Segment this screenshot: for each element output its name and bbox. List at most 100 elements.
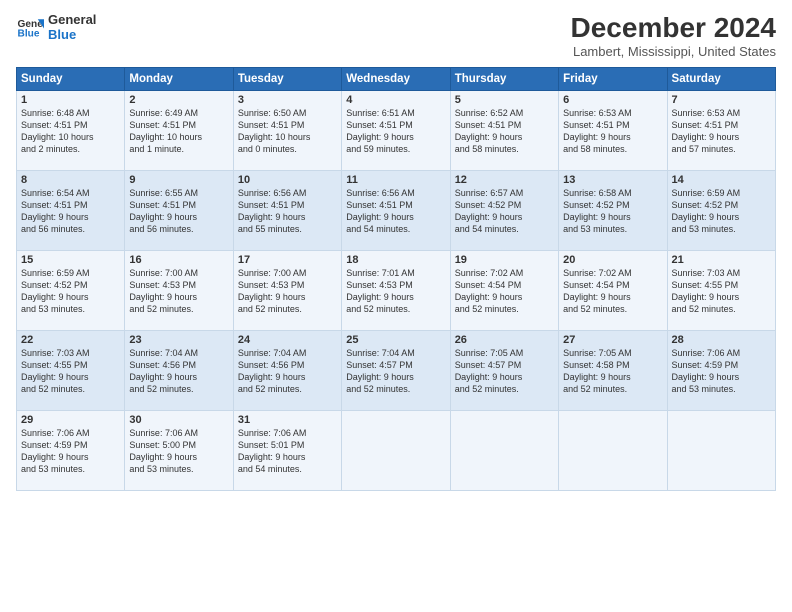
day-info: Sunrise: 7:06 AM Sunset: 4:59 PM Dayligh…	[672, 347, 771, 396]
day-cell: 30Sunrise: 7:06 AM Sunset: 5:00 PM Dayli…	[125, 411, 233, 491]
day-info: Sunrise: 7:03 AM Sunset: 4:55 PM Dayligh…	[672, 267, 771, 316]
day-number: 22	[21, 334, 120, 346]
logo: General Blue General Blue	[16, 12, 96, 42]
day-cell: 2Sunrise: 6:49 AM Sunset: 4:51 PM Daylig…	[125, 91, 233, 171]
day-number: 26	[455, 334, 554, 346]
subtitle: Lambert, Mississippi, United States	[571, 44, 776, 59]
day-info: Sunrise: 7:02 AM Sunset: 4:54 PM Dayligh…	[563, 267, 662, 316]
day-number: 9	[129, 174, 228, 186]
day-info: Sunrise: 6:57 AM Sunset: 4:52 PM Dayligh…	[455, 187, 554, 236]
day-info: Sunrise: 7:02 AM Sunset: 4:54 PM Dayligh…	[455, 267, 554, 316]
day-number: 17	[238, 254, 337, 266]
day-number: 30	[129, 414, 228, 426]
day-info: Sunrise: 6:53 AM Sunset: 4:51 PM Dayligh…	[672, 107, 771, 156]
week-row-3: 15Sunrise: 6:59 AM Sunset: 4:52 PM Dayli…	[17, 251, 776, 331]
day-cell: 16Sunrise: 7:00 AM Sunset: 4:53 PM Dayli…	[125, 251, 233, 331]
day-info: Sunrise: 6:52 AM Sunset: 4:51 PM Dayligh…	[455, 107, 554, 156]
day-cell: 14Sunrise: 6:59 AM Sunset: 4:52 PM Dayli…	[667, 171, 775, 251]
day-cell: 28Sunrise: 7:06 AM Sunset: 4:59 PM Dayli…	[667, 331, 775, 411]
day-info: Sunrise: 7:04 AM Sunset: 4:56 PM Dayligh…	[238, 347, 337, 396]
day-number: 3	[238, 94, 337, 106]
day-number: 21	[672, 254, 771, 266]
day-cell: 22Sunrise: 7:03 AM Sunset: 4:55 PM Dayli…	[17, 331, 125, 411]
calendar-page: General Blue General Blue December 2024 …	[0, 0, 792, 612]
day-info: Sunrise: 7:04 AM Sunset: 4:57 PM Dayligh…	[346, 347, 445, 396]
day-number: 4	[346, 94, 445, 106]
calendar-table: SundayMondayTuesdayWednesdayThursdayFrid…	[16, 67, 776, 491]
day-info: Sunrise: 7:00 AM Sunset: 4:53 PM Dayligh…	[238, 267, 337, 316]
day-cell: 13Sunrise: 6:58 AM Sunset: 4:52 PM Dayli…	[559, 171, 667, 251]
day-info: Sunrise: 6:49 AM Sunset: 4:51 PM Dayligh…	[129, 107, 228, 156]
day-number: 24	[238, 334, 337, 346]
day-number: 13	[563, 174, 662, 186]
header: General Blue General Blue December 2024 …	[16, 12, 776, 59]
day-info: Sunrise: 6:54 AM Sunset: 4:51 PM Dayligh…	[21, 187, 120, 236]
day-number: 7	[672, 94, 771, 106]
day-number: 15	[21, 254, 120, 266]
day-cell: 27Sunrise: 7:05 AM Sunset: 4:58 PM Dayli…	[559, 331, 667, 411]
col-header-tuesday: Tuesday	[233, 68, 341, 91]
svg-text:Blue: Blue	[18, 28, 40, 39]
day-cell: 12Sunrise: 6:57 AM Sunset: 4:52 PM Dayli…	[450, 171, 558, 251]
day-cell	[450, 411, 558, 491]
day-info: Sunrise: 6:48 AM Sunset: 4:51 PM Dayligh…	[21, 107, 120, 156]
day-cell: 18Sunrise: 7:01 AM Sunset: 4:53 PM Dayli…	[342, 251, 450, 331]
day-info: Sunrise: 6:55 AM Sunset: 4:51 PM Dayligh…	[129, 187, 228, 236]
day-number: 14	[672, 174, 771, 186]
day-number: 12	[455, 174, 554, 186]
day-cell: 5Sunrise: 6:52 AM Sunset: 4:51 PM Daylig…	[450, 91, 558, 171]
day-cell: 23Sunrise: 7:04 AM Sunset: 4:56 PM Dayli…	[125, 331, 233, 411]
day-info: Sunrise: 7:01 AM Sunset: 4:53 PM Dayligh…	[346, 267, 445, 316]
logo-line2: Blue	[48, 27, 96, 42]
day-cell: 21Sunrise: 7:03 AM Sunset: 4:55 PM Dayli…	[667, 251, 775, 331]
day-cell: 8Sunrise: 6:54 AM Sunset: 4:51 PM Daylig…	[17, 171, 125, 251]
day-cell: 6Sunrise: 6:53 AM Sunset: 4:51 PM Daylig…	[559, 91, 667, 171]
day-number: 28	[672, 334, 771, 346]
day-number: 19	[455, 254, 554, 266]
day-cell: 10Sunrise: 6:56 AM Sunset: 4:51 PM Dayli…	[233, 171, 341, 251]
day-info: Sunrise: 6:56 AM Sunset: 4:51 PM Dayligh…	[238, 187, 337, 236]
day-number: 1	[21, 94, 120, 106]
day-info: Sunrise: 6:53 AM Sunset: 4:51 PM Dayligh…	[563, 107, 662, 156]
title-section: December 2024 Lambert, Mississippi, Unit…	[571, 12, 776, 59]
week-row-1: 1Sunrise: 6:48 AM Sunset: 4:51 PM Daylig…	[17, 91, 776, 171]
col-header-thursday: Thursday	[450, 68, 558, 91]
logo-icon: General Blue	[16, 13, 44, 41]
week-row-2: 8Sunrise: 6:54 AM Sunset: 4:51 PM Daylig…	[17, 171, 776, 251]
week-row-4: 22Sunrise: 7:03 AM Sunset: 4:55 PM Dayli…	[17, 331, 776, 411]
day-cell: 3Sunrise: 6:50 AM Sunset: 4:51 PM Daylig…	[233, 91, 341, 171]
day-cell: 1Sunrise: 6:48 AM Sunset: 4:51 PM Daylig…	[17, 91, 125, 171]
day-number: 2	[129, 94, 228, 106]
day-number: 6	[563, 94, 662, 106]
day-cell	[342, 411, 450, 491]
day-info: Sunrise: 6:59 AM Sunset: 4:52 PM Dayligh…	[21, 267, 120, 316]
day-info: Sunrise: 7:05 AM Sunset: 4:58 PM Dayligh…	[563, 347, 662, 396]
day-info: Sunrise: 7:04 AM Sunset: 4:56 PM Dayligh…	[129, 347, 228, 396]
day-cell: 11Sunrise: 6:56 AM Sunset: 4:51 PM Dayli…	[342, 171, 450, 251]
day-info: Sunrise: 6:58 AM Sunset: 4:52 PM Dayligh…	[563, 187, 662, 236]
day-number: 27	[563, 334, 662, 346]
col-header-monday: Monday	[125, 68, 233, 91]
day-cell	[667, 411, 775, 491]
col-header-friday: Friday	[559, 68, 667, 91]
day-info: Sunrise: 6:56 AM Sunset: 4:51 PM Dayligh…	[346, 187, 445, 236]
day-number: 20	[563, 254, 662, 266]
day-info: Sunrise: 7:03 AM Sunset: 4:55 PM Dayligh…	[21, 347, 120, 396]
day-cell: 31Sunrise: 7:06 AM Sunset: 5:01 PM Dayli…	[233, 411, 341, 491]
col-header-sunday: Sunday	[17, 68, 125, 91]
day-number: 29	[21, 414, 120, 426]
day-number: 8	[21, 174, 120, 186]
week-row-5: 29Sunrise: 7:06 AM Sunset: 4:59 PM Dayli…	[17, 411, 776, 491]
day-cell: 29Sunrise: 7:06 AM Sunset: 4:59 PM Dayli…	[17, 411, 125, 491]
header-row: SundayMondayTuesdayWednesdayThursdayFrid…	[17, 68, 776, 91]
day-cell: 25Sunrise: 7:04 AM Sunset: 4:57 PM Dayli…	[342, 331, 450, 411]
day-info: Sunrise: 7:06 AM Sunset: 4:59 PM Dayligh…	[21, 427, 120, 476]
day-number: 31	[238, 414, 337, 426]
day-cell: 4Sunrise: 6:51 AM Sunset: 4:51 PM Daylig…	[342, 91, 450, 171]
day-cell	[559, 411, 667, 491]
day-info: Sunrise: 7:06 AM Sunset: 5:01 PM Dayligh…	[238, 427, 337, 476]
day-cell: 17Sunrise: 7:00 AM Sunset: 4:53 PM Dayli…	[233, 251, 341, 331]
day-cell: 9Sunrise: 6:55 AM Sunset: 4:51 PM Daylig…	[125, 171, 233, 251]
day-info: Sunrise: 7:05 AM Sunset: 4:57 PM Dayligh…	[455, 347, 554, 396]
day-info: Sunrise: 6:50 AM Sunset: 4:51 PM Dayligh…	[238, 107, 337, 156]
